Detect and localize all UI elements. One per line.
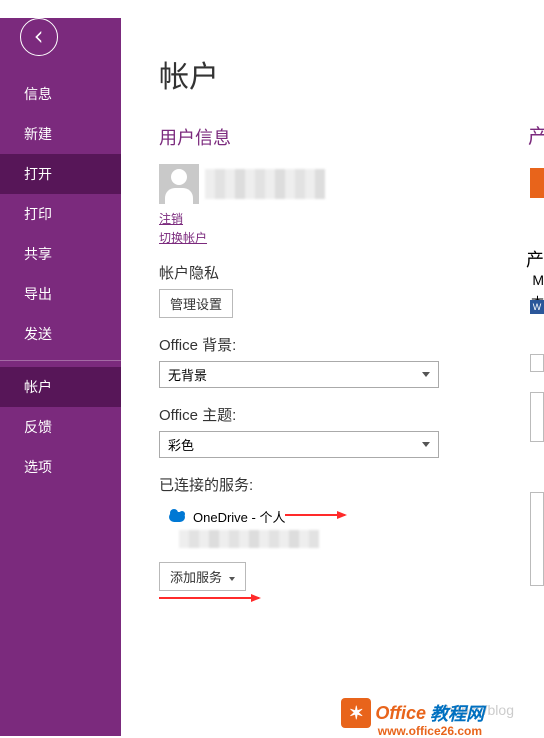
sidebar-divider (0, 360, 121, 361)
sign-out-link[interactable]: 注销 (159, 210, 183, 227)
onedrive-icon (169, 512, 185, 522)
chevron-down-icon (422, 442, 430, 447)
add-service-button[interactable]: 添加服务 (159, 562, 246, 591)
cut-box-1 (530, 392, 544, 442)
sidebar-item-send[interactable]: 发送 (0, 314, 121, 354)
cut-box-2 (530, 492, 544, 586)
page-title: 帐户 (159, 52, 544, 96)
sidebar-item-print[interactable]: 打印 (0, 194, 121, 234)
background-label: Office 背景: (159, 334, 544, 355)
user-info-header: 用户信息 (159, 124, 544, 150)
background-select[interactable]: 无背景 (159, 361, 439, 388)
sidebar-item-info[interactable]: 信息 (0, 74, 121, 114)
avatar (159, 164, 199, 204)
annotation-arrow-icon (285, 514, 345, 516)
theme-value: 彩色 (168, 435, 194, 454)
sidebar-item-account[interactable]: 帐户 (0, 367, 121, 407)
chevron-down-icon (229, 577, 235, 581)
user-row (159, 164, 544, 204)
back-button[interactable] (20, 18, 58, 56)
sidebar-item-open[interactable]: 打开 (0, 154, 121, 194)
switch-account-link[interactable]: 切换帐户 (159, 229, 207, 246)
logo-office: Office (375, 703, 426, 724)
add-service-label: 添加服务 (170, 570, 222, 585)
cut-button[interactable] (530, 354, 544, 372)
word-icon: W (530, 300, 544, 314)
product-cut2: 产 (526, 246, 544, 272)
user-name-redacted (205, 169, 325, 199)
sidebar-item-options[interactable]: 选项 (0, 447, 121, 487)
theme-label: Office 主题: (159, 404, 544, 425)
m-cut: M (532, 272, 544, 288)
sidebar-item-new[interactable]: 新建 (0, 114, 121, 154)
privacy-label: 帐户隐私 (159, 262, 544, 283)
service-onedrive-label: OneDrive - 个人 (193, 507, 285, 526)
product-icon-cut (530, 168, 544, 198)
service-onedrive[interactable]: OneDrive - 个人 (169, 507, 285, 526)
right-cutoff: 产 (528, 120, 544, 149)
service-account-redacted (179, 530, 319, 548)
office-logo-icon: ✶ (341, 698, 371, 728)
sidebar-item-feedback[interactable]: 反馈 (0, 407, 121, 447)
arrow-left-icon (30, 28, 48, 46)
chevron-down-icon (422, 372, 430, 377)
annotation-arrow-icon (159, 597, 259, 599)
logo-cn: 教程网 (430, 700, 484, 726)
product-header-cut: 产 (528, 120, 544, 149)
sidebar-item-export[interactable]: 导出 (0, 274, 121, 314)
theme-select[interactable]: 彩色 (159, 431, 439, 458)
background-value: 无背景 (168, 365, 207, 384)
services-label: 已连接的服务: (159, 474, 544, 495)
manage-settings-button[interactable]: 管理设置 (159, 289, 233, 318)
backstage-sidebar: 信息 新建 打开 打印 共享 导出 发送 帐户 反馈 选项 (0, 0, 121, 736)
sidebar-item-share[interactable]: 共享 (0, 234, 121, 274)
main-panel: 帐户 用户信息 注销 切换帐户 帐户隐私 管理设置 Office 背景: 无背景… (121, 0, 544, 736)
